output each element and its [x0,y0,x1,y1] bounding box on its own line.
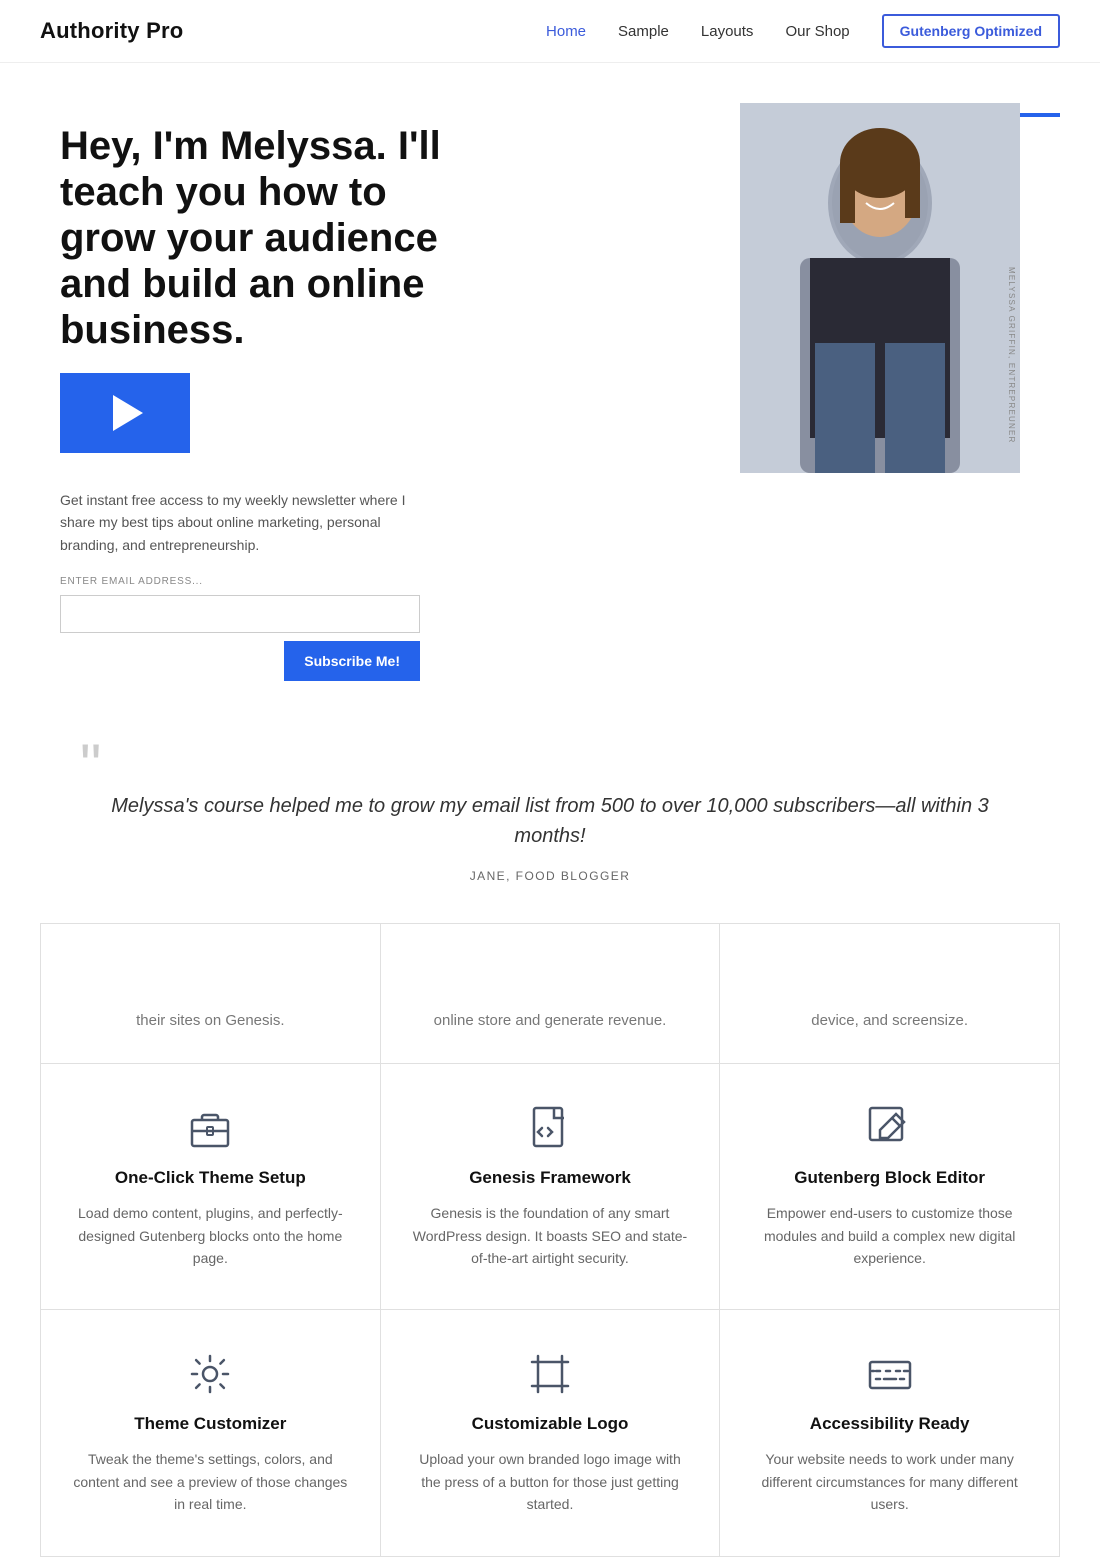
hero-title: Hey, I'm Melyssa. I'll teach you how to … [60,123,490,353]
gear-icon [186,1350,234,1398]
nav-sample[interactable]: Sample [618,23,669,40]
feature-partial-3: device, and screensize. [720,924,1060,1064]
feature-title-accessibility: Accessibility Ready [810,1414,970,1434]
hero-subtitle: Get instant free access to my weekly new… [60,489,420,556]
gutenberg-optimized-button[interactable]: Gutenberg Optimized [882,14,1060,48]
play-icon [113,395,143,431]
hero-person-image: MELYSSA GRIFFIN, ENTREPREUNER [740,103,1020,473]
feature-title-customizer: Theme Customizer [134,1414,286,1434]
feature-partial-2: online store and generate revenue. [381,924,721,1064]
nav-home[interactable]: Home [546,23,586,40]
feature-one-click: One-Click Theme Setup Load demo content,… [41,1064,381,1310]
edit-icon [866,1104,914,1152]
code-file-icon [526,1104,574,1152]
feature-genesis: Genesis Framework Genesis is the foundat… [381,1064,721,1310]
feature-title-logo: Customizable Logo [472,1414,629,1434]
header: Authority Pro Home Sample Layouts Our Sh… [0,0,1100,63]
subscribe-button[interactable]: Subscribe Me! [284,641,420,681]
feature-title-genesis: Genesis Framework [469,1168,631,1188]
keyboard-icon [866,1350,914,1398]
nav-shop[interactable]: Our Shop [785,23,849,40]
testimonial-author: JANE, FOOD BLOGGER [470,869,631,883]
feature-desc-customizer: Tweak the theme's settings, colors, and … [71,1448,350,1515]
feature-title-gutenberg: Gutenberg Block Editor [794,1168,985,1188]
feature-desc-genesis: Genesis is the foundation of any smart W… [411,1202,690,1269]
briefcase-icon [186,1104,234,1152]
hero-right-content: MELYSSA GRIFFIN, ENTREPREUNER [740,103,1040,681]
feature-logo: Customizable Logo Upload your own brande… [381,1310,721,1556]
person-svg [740,103,1020,473]
feature-accessibility: Accessibility Ready Your website needs t… [720,1310,1060,1556]
logo: Authority Pro [40,18,183,44]
hero-section: Hey, I'm Melyssa. I'll teach you how to … [0,63,1100,711]
frame-icon [526,1350,574,1398]
feature-customizer: Theme Customizer Tweak the theme's setti… [41,1310,381,1556]
features-grid: their sites on Genesis. online store and… [40,923,1060,1556]
feature-desc-gutenberg: Empower end-users to customize those mod… [750,1202,1029,1269]
person-label: MELYSSA GRIFFIN, ENTREPREUNER [1007,267,1016,443]
feature-partial-1: their sites on Genesis. [41,924,381,1064]
hero-email-form: ENTER EMAIL ADDRESS... Subscribe Me! [60,576,420,681]
feature-desc-one-click: Load demo content, plugins, and perfectl… [71,1202,350,1269]
feature-partial-text-3: device, and screensize. [811,1009,968,1033]
navigation: Home Sample Layouts Our Shop Gutenberg O… [546,14,1060,48]
feature-partial-text-2: online store and generate revenue. [434,1009,667,1033]
email-input[interactable] [60,595,420,633]
feature-partial-text-1: their sites on Genesis. [136,1009,284,1033]
quote-mark: " [80,751,101,781]
play-button[interactable] [60,373,190,453]
feature-gutenberg: Gutenberg Block Editor Empower end-users… [720,1064,1060,1310]
email-label: ENTER EMAIL ADDRESS... [60,576,420,587]
feature-desc-logo: Upload your own branded logo image with … [411,1448,690,1515]
hero-left-content: Hey, I'm Melyssa. I'll teach you how to … [60,103,710,681]
nav-layouts[interactable]: Layouts [701,23,754,40]
testimonial-text: Melyssa's course helped me to grow my em… [100,791,1000,851]
feature-title-one-click: One-Click Theme Setup [115,1168,306,1188]
testimonial-section: " Melyssa's course helped me to grow my … [0,711,1100,923]
feature-desc-accessibility: Your website needs to work under many di… [750,1448,1029,1515]
